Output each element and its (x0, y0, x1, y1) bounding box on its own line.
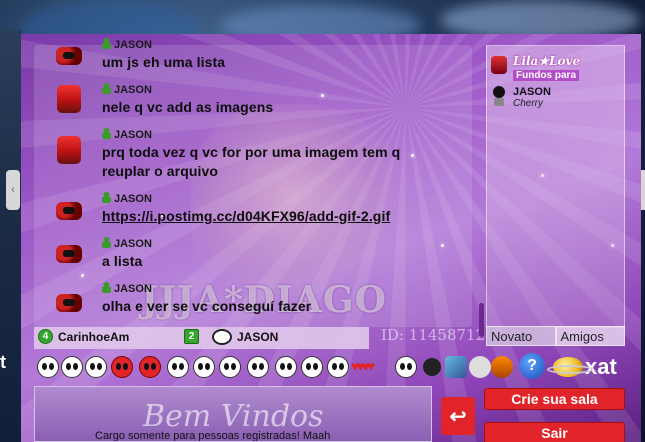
message-input-area: Bem Vindos Cargo somente para pessoas re… (34, 386, 432, 442)
message-username: JASON (114, 129, 152, 141)
edge-fragment: t (0, 352, 6, 372)
user-name: Lila★Love (513, 54, 581, 68)
smiley-icon[interactable] (193, 356, 215, 378)
user-status: Fundos para (513, 70, 580, 81)
smiley-icon[interactable] (61, 356, 83, 378)
avatar (491, 56, 509, 76)
message-link[interactable]: https://i.postimg.cc/d04KFX96/add-gif-2.… (102, 208, 390, 224)
smiley-icon[interactable] (247, 356, 269, 378)
pm-tab[interactable]: 4 CarinhoeAm (38, 329, 129, 344)
message-username: JASON (114, 39, 152, 51)
tab-amigos[interactable]: Amigos (555, 326, 625, 346)
help-icon[interactable]: ? (519, 353, 545, 379)
send-button[interactable]: ↩ (441, 397, 475, 435)
avatar[interactable] (54, 85, 84, 115)
smiley-bar: ♥♥♥♥ ? xat (21, 350, 641, 386)
exit-button[interactable]: Sair (484, 422, 625, 442)
pawn-icon (102, 282, 111, 293)
hearts-icon[interactable]: ♥♥♥♥ (351, 358, 375, 374)
message-username: JASON (114, 283, 152, 295)
list-item[interactable]: Lila★Love Fundos para (491, 52, 621, 82)
smiley-icon[interactable] (111, 356, 133, 378)
powers-icon[interactable] (445, 356, 467, 378)
smiley-icon[interactable] (275, 356, 297, 378)
user-list: Lila★Love Fundos para JASON Cherry (486, 45, 625, 328)
list-item: JASON a lista (54, 237, 474, 277)
smiley-icon[interactable] (167, 356, 189, 378)
user-list-tabs: Novato Amigos (486, 326, 625, 346)
pawn-icon (102, 192, 111, 203)
smiley-icon[interactable] (37, 356, 59, 378)
message-username: JASON (114, 238, 152, 250)
pm-tab-bar: 4 CarinhoeAm 2 JASON (34, 327, 369, 349)
message-scrollbar[interactable] (479, 303, 484, 337)
input-hint: Cargo somente para pessoas registradas! … (95, 430, 331, 442)
smiley-icon[interactable] (327, 356, 349, 378)
pawn-icon (102, 38, 111, 49)
xat-logo[interactable]: xat (547, 354, 617, 380)
pm-tab[interactable]: JASON (212, 329, 278, 345)
user-status: Cherry (513, 98, 544, 109)
smiley-icon[interactable] (395, 356, 417, 378)
avatar (491, 86, 509, 108)
people-icon[interactable] (491, 356, 513, 378)
message-text: nele q vc add as imagens (102, 99, 274, 115)
avatar[interactable] (54, 196, 84, 226)
message-text: olha e ver se vc conseguí fazer (102, 298, 312, 314)
avatar[interactable] (54, 136, 84, 166)
ball-icon[interactable] (469, 356, 491, 378)
badge-icon: 2 (184, 329, 199, 344)
message-username: JASON (114, 193, 152, 205)
left-page-edge (0, 30, 22, 442)
list-item: JASON https://i.postimg.cc/d04KFX96/add-… (54, 192, 474, 232)
avatar[interactable] (54, 41, 84, 71)
pawn-icon (102, 128, 111, 139)
list-item: JASON nele q vc add as imagens (54, 83, 474, 123)
message-text: prq toda vez q vc for por uma imagem tem… (102, 144, 401, 179)
planet-icon (547, 357, 593, 377)
tab-novato[interactable]: Novato (486, 326, 556, 346)
message-text: a lista (102, 253, 143, 269)
smiley-icon[interactable] (301, 356, 323, 378)
pm-tab[interactable]: 2 (184, 329, 199, 344)
smiley-icon[interactable] (219, 356, 241, 378)
avatar[interactable] (54, 288, 84, 318)
list-item: JASON olha e ver se vc conseguí fazer (54, 282, 474, 322)
pm-tab-label: JASON (237, 330, 279, 344)
user-name: JASON (513, 86, 551, 98)
message-username: JASON (114, 84, 152, 96)
pawn-icon (102, 83, 111, 94)
message-text: um js eh uma lista (102, 54, 226, 70)
pm-tab-label: CarinhoeAm (58, 329, 130, 344)
avatar[interactable] (54, 239, 84, 269)
smiley-icon[interactable] (85, 356, 107, 378)
pawn-icon (102, 237, 111, 248)
eight-ball-icon[interactable] (423, 358, 441, 376)
chat-bubble-icon (212, 329, 232, 345)
list-item: JASON prq toda vez q vc for por uma imag… (54, 128, 474, 188)
message-list[interactable]: JASON um js eh uma lista JASON nele q vc… (34, 38, 484, 337)
badge-icon: 4 (38, 329, 53, 344)
chat-window: JJJA*DIAGO ID: 1145871205 JASON um js eh… (21, 34, 641, 442)
left-arrow-icon[interactable]: ‹ (6, 170, 20, 210)
create-room-button[interactable]: Crie sua sala (484, 388, 625, 410)
smiley-icon[interactable] (139, 356, 161, 378)
list-item: JASON um js eh uma lista (54, 38, 474, 70)
list-item[interactable]: JASON Cherry (491, 86, 621, 112)
